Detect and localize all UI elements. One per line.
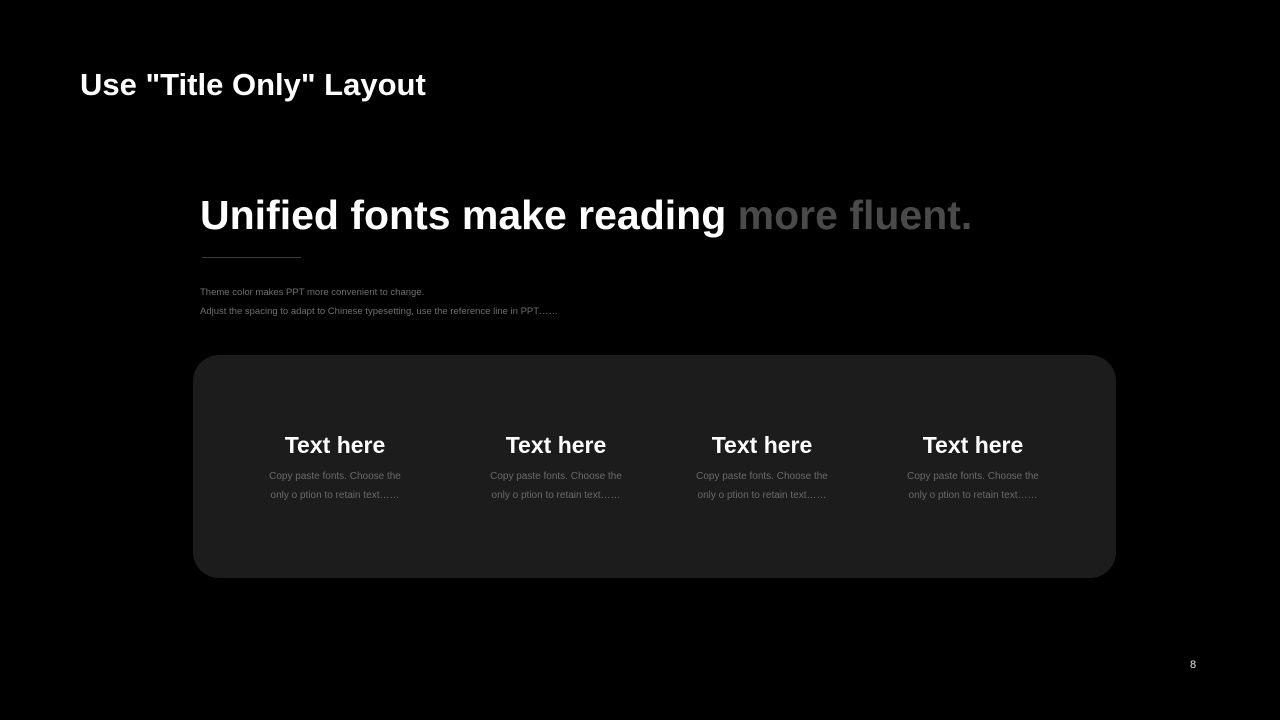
feature-description-line-2: only o ption to retain text…… — [908, 490, 1038, 501]
feature-description: Copy paste fonts. Choose the only o ptio… — [235, 467, 435, 505]
subtext-line-2: Adjust the spacing to adapt to Chinese t… — [200, 306, 559, 317]
feature-description-line-1: Copy paste fonts. Choose the — [490, 471, 622, 482]
feature-description-line-2: only o ption to retain text…… — [491, 490, 621, 501]
feature-title: Text here — [711, 432, 813, 458]
feature-item-2: Text here Copy paste fonts. Choose the o… — [456, 430, 656, 505]
feature-title: Text here — [922, 432, 1024, 458]
slide-title: Use "Title Only" Layout — [80, 67, 426, 102]
feature-item-4: Text here Copy paste fonts. Choose the o… — [873, 430, 1073, 505]
feature-description-line-2: only o ption to retain text…… — [697, 490, 827, 501]
feature-item-3: Text here Copy paste fonts. Choose the o… — [662, 430, 862, 505]
subtext-block: Theme color makes PPT more convenient to… — [200, 283, 558, 321]
feature-title: Text here — [284, 432, 386, 458]
headline-primary-text: Unified fonts make reading — [200, 192, 727, 238]
feature-description-line-1: Copy paste fonts. Choose the — [269, 471, 401, 482]
page-number: 8 — [1190, 659, 1197, 671]
headline-accent-text: more fluent. — [737, 192, 973, 238]
feature-description-line-1: Copy paste fonts. Choose the — [907, 471, 1039, 482]
headline: Unified fonts make reading more fluent. — [200, 190, 972, 240]
feature-title: Text here — [505, 432, 607, 458]
feature-description-line-1: Copy paste fonts. Choose the — [696, 471, 828, 482]
feature-item-1: Text here Copy paste fonts. Choose the o… — [235, 430, 435, 505]
headline-divider — [202, 257, 301, 258]
feature-description: Copy paste fonts. Choose the only o ptio… — [873, 467, 1073, 505]
feature-description: Copy paste fonts. Choose the only o ptio… — [456, 467, 656, 505]
feature-description: Copy paste fonts. Choose the only o ptio… — [662, 467, 862, 505]
feature-description-line-2: only o ption to retain text…… — [270, 490, 400, 501]
subtext-line-1: Theme color makes PPT more convenient to… — [200, 287, 425, 298]
